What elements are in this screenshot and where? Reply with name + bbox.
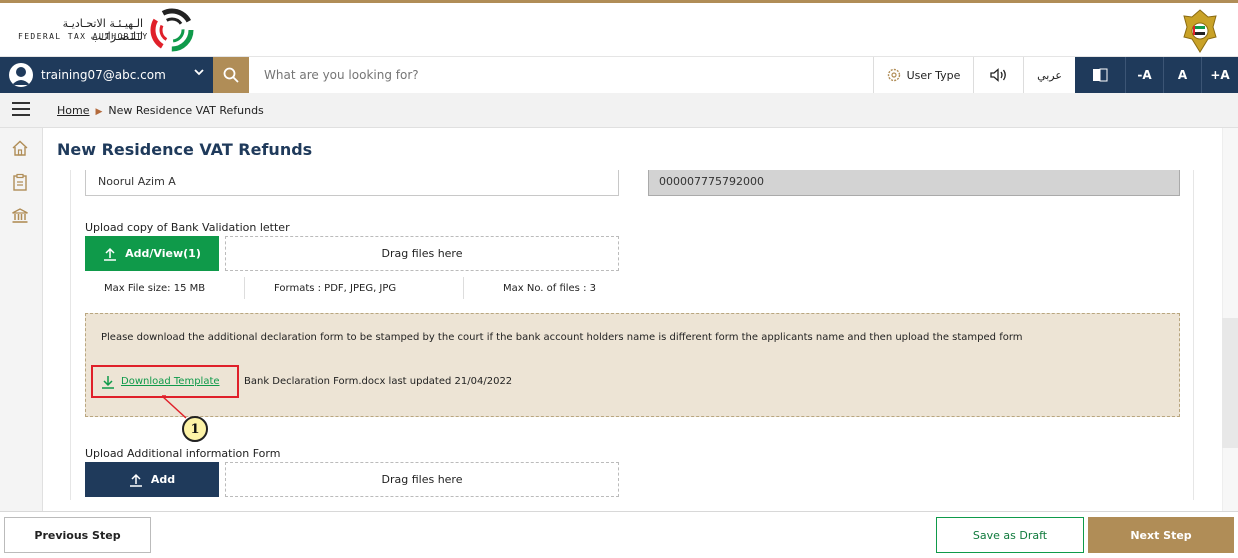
user-type-button[interactable]: User Type [873, 57, 973, 93]
search-input[interactable] [249, 57, 873, 93]
page-title: New Residence VAT Refunds [57, 140, 313, 159]
search-icon [223, 67, 239, 83]
clipboard-icon[interactable] [11, 173, 29, 191]
download-template-highlight[interactable]: Download Template [91, 365, 239, 398]
font-increase-button[interactable]: +A [1201, 57, 1238, 93]
account-number-field: 000007775792000 [648, 170, 1180, 196]
step-footer: Previous Step Save as Draft Next Step [0, 511, 1238, 558]
max-files-text: Max No. of files : 3 [503, 283, 596, 294]
breadcrumb-home-link[interactable]: Home [57, 104, 89, 117]
bank-letter-dropzone[interactable]: Drag files here [225, 236, 619, 271]
breadcrumb-current: New Residence VAT Refunds [108, 104, 264, 117]
add-view-button-label: Add/View(1) [125, 247, 201, 260]
bank-letter-label: Upload copy of Bank Validation letter [85, 221, 290, 234]
formats-text: Formats : PDF, JPEG, JPG [274, 283, 397, 294]
breadcrumb: Home ▶ New Residence VAT Refunds [57, 104, 264, 117]
home-icon[interactable] [11, 139, 29, 157]
top-navbar: training07@abc.com User Type عربي -A A +… [0, 57, 1238, 93]
chevron-down-icon[interactable] [193, 66, 205, 81]
breadcrumb-bar: Home ▶ New Residence VAT Refunds [0, 93, 1238, 128]
font-normal-button[interactable]: A [1163, 57, 1201, 93]
meta-divider [463, 277, 464, 299]
upload-icon [129, 473, 142, 487]
declaration-notice-box: Please download the additional declarati… [85, 313, 1180, 417]
add-view-bank-letter-button[interactable]: Add/View(1) [85, 236, 219, 271]
avatar-icon [9, 63, 33, 87]
font-decrease-button[interactable]: -A [1125, 57, 1163, 93]
read-aloud-button[interactable] [973, 57, 1023, 93]
template-file-info: Bank Declaration Form.docx last updated … [244, 376, 513, 387]
scrollbar-thumb[interactable] [1222, 318, 1238, 448]
previous-step-button[interactable]: Previous Step [4, 517, 151, 553]
next-step-button[interactable]: Next Step [1088, 517, 1234, 553]
save-as-draft-button[interactable]: Save as Draft [936, 517, 1084, 553]
user-menu[interactable]: training07@abc.com [0, 57, 213, 93]
speaker-icon [989, 68, 1006, 82]
max-file-size-text: Max File size: 15 MB [104, 283, 206, 294]
search-button[interactable] [213, 57, 249, 93]
add-button-label: Add [150, 473, 176, 486]
uae-emblem-icon [1183, 9, 1217, 53]
logo-english-text: FEDERAL TAX AUTHORITY [18, 32, 149, 41]
additional-form-label: Upload Additional information Form [85, 447, 281, 460]
meta-divider [244, 277, 245, 299]
fta-logo-icon [150, 8, 194, 52]
declaration-notice-text: Please download the additional declarati… [101, 332, 1023, 343]
additional-form-dropzone[interactable]: Drag files here [225, 462, 619, 497]
contrast-icon [1093, 68, 1108, 82]
download-icon [102, 375, 114, 389]
download-template-link[interactable]: Download Template [121, 376, 220, 387]
gear-icon [887, 68, 900, 82]
callout-number-badge: 1 [182, 416, 208, 442]
contrast-toggle-button[interactable] [1075, 57, 1125, 93]
bank-icon[interactable] [11, 207, 29, 225]
site-header: الـهيـئـة الاتحـاديـة لـلـضـرائـب FEDERA… [0, 3, 1238, 57]
add-additional-form-button[interactable]: Add [85, 462, 219, 497]
account-holder-name-field[interactable]: Noorul Azim A [85, 170, 619, 196]
menu-icon[interactable] [12, 102, 30, 118]
left-sidebar [0, 128, 43, 511]
language-toggle-button[interactable]: عربي [1023, 57, 1075, 93]
user-type-label: User Type [906, 68, 961, 82]
user-email: training07@abc.com [41, 68, 166, 82]
upload-icon [104, 247, 117, 261]
breadcrumb-arrow-icon: ▶ [95, 107, 103, 117]
